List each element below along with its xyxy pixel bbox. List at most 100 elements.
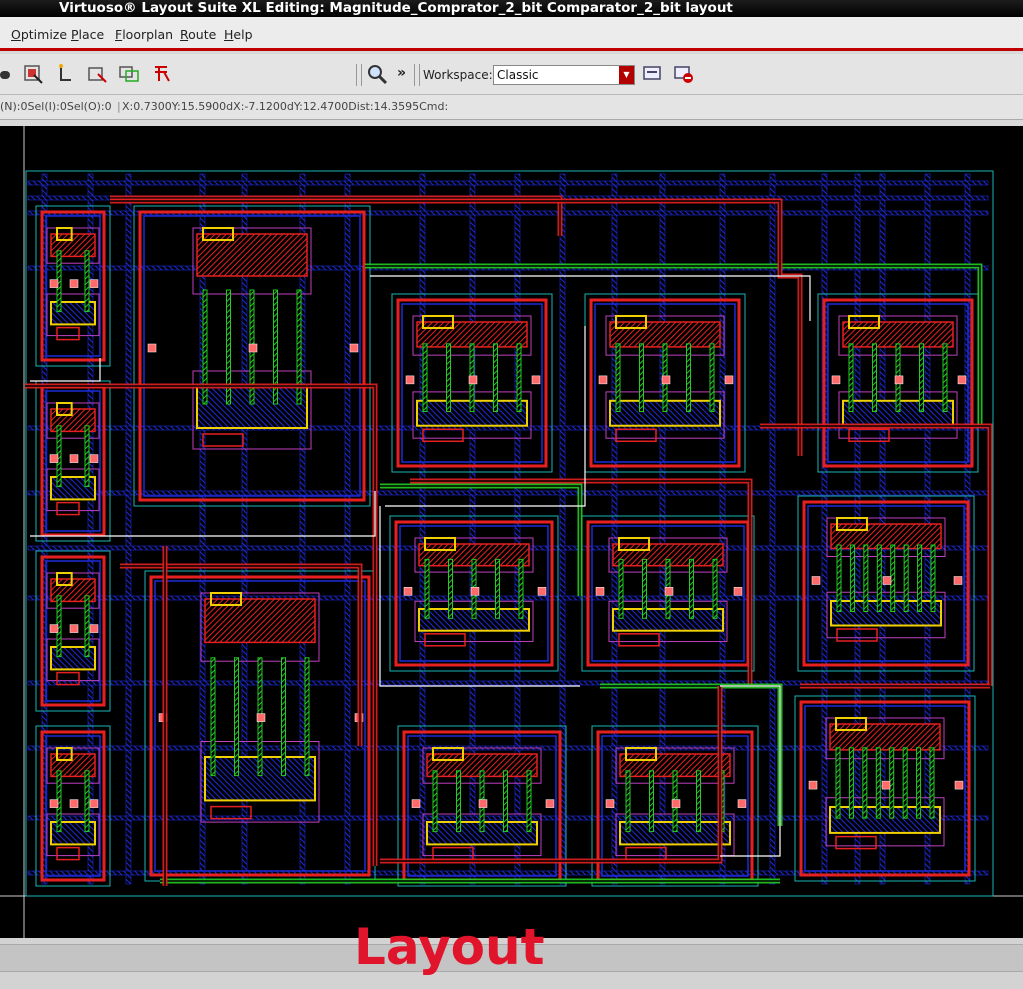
poly-gate [863, 544, 869, 612]
status-divider: | [117, 100, 121, 113]
stretch-icon[interactable] [86, 63, 108, 85]
zoom-icon[interactable] [366, 63, 388, 85]
via [89, 454, 99, 463]
poly-gate [848, 343, 854, 412]
route-icon[interactable] [55, 63, 77, 85]
via [811, 576, 821, 585]
poly-gate [516, 343, 522, 412]
select-icon[interactable] [22, 63, 44, 85]
poly-gate [890, 544, 896, 612]
pmos-device [830, 523, 942, 550]
poly-gate [495, 558, 500, 619]
poly-gate [456, 770, 461, 833]
poly-gate [210, 657, 216, 777]
poly-gate [919, 343, 924, 412]
via [545, 799, 555, 808]
via [49, 454, 59, 463]
via [953, 576, 963, 585]
pmos-device [416, 321, 528, 348]
contact-label-box [56, 326, 80, 341]
workspace-value: Classic [497, 68, 539, 82]
interconnect-core [380, 485, 581, 596]
metal1-horizontal-wire [27, 490, 989, 496]
move-icon[interactable] [118, 63, 140, 85]
via [69, 799, 79, 808]
menu-help[interactable]: Help [224, 27, 253, 42]
via [69, 454, 79, 463]
via [403, 587, 413, 596]
poly-gate [849, 544, 855, 612]
layout-caption: Layout [354, 918, 545, 976]
contact-label-box [615, 428, 657, 443]
poly-gate [422, 343, 428, 412]
metal1-vertical-wire [469, 173, 476, 885]
interconnect-core [110, 197, 561, 236]
poly-gate [281, 657, 286, 777]
via [737, 799, 747, 808]
poly-gate [917, 544, 923, 612]
partial-tool-icon[interactable] [0, 70, 12, 80]
via [808, 780, 818, 790]
poly-gate [835, 747, 841, 819]
toolbar-separator [356, 64, 362, 86]
poly-gate [448, 558, 453, 619]
poly-gate [618, 558, 624, 619]
interconnect-route [380, 483, 583, 596]
poly-gate [615, 343, 621, 412]
copy-icon[interactable] [151, 63, 173, 85]
workspace-save-icon[interactable] [642, 63, 664, 85]
nmos-device [830, 600, 942, 627]
contact-label-box [422, 428, 464, 443]
contact-label-box [56, 501, 80, 516]
poly-gate [503, 770, 508, 833]
via [831, 375, 841, 385]
poly-gate [84, 425, 90, 488]
poly-gate [929, 747, 935, 819]
metal1-horizontal-wire [27, 595, 989, 601]
via [598, 375, 608, 385]
via [49, 279, 59, 288]
poly-gate [930, 544, 936, 612]
via [478, 799, 488, 808]
via [468, 375, 478, 385]
metal1-vertical-wire [125, 173, 132, 885]
pmos-device [609, 321, 721, 348]
poly-gate [872, 343, 877, 412]
contact-label-box [424, 633, 466, 647]
via [248, 343, 258, 353]
workspace-select[interactable]: Classic ▼ [493, 65, 635, 85]
via [89, 799, 99, 808]
poly-gate [889, 747, 895, 819]
coordinate-status: X:0.7300Y:15.5900dX:-7.1200dY:12.4700Dis… [122, 100, 449, 113]
menu-floorplan[interactable]: Floorplan [115, 27, 173, 42]
workspace-delete-icon[interactable] [673, 63, 695, 85]
poly-gate [712, 558, 718, 619]
selection-status: (N):0Sel(I):0Sel(O):0 [0, 100, 112, 113]
via [733, 587, 743, 596]
toolbar-more-button[interactable]: » [397, 65, 406, 81]
pmos-device [842, 321, 954, 348]
workspace-label: Workspace: [423, 68, 493, 82]
pmos-device [829, 723, 941, 751]
layout-canvas[interactable] [0, 126, 1023, 938]
via [470, 587, 480, 596]
via [349, 343, 359, 353]
poly-gate [84, 595, 90, 658]
menu-optimize[interactable]: Optimize [11, 27, 67, 42]
metal1-vertical-wire [344, 173, 351, 885]
poly-gate [493, 343, 498, 412]
poly-gate [942, 343, 948, 412]
poly-gate [84, 250, 90, 313]
via [595, 587, 605, 596]
via [69, 279, 79, 288]
via [724, 375, 734, 385]
poly-gate [642, 558, 647, 619]
menu-place[interactable]: Place [71, 27, 104, 42]
poly-gate [432, 770, 438, 833]
toolbar-separator [414, 64, 420, 86]
via [147, 343, 157, 353]
layout-drawing[interactable] [0, 126, 1023, 938]
menu-route[interactable]: Route [180, 27, 216, 42]
via [531, 375, 541, 385]
chevron-down-icon[interactable]: ▼ [619, 66, 634, 84]
